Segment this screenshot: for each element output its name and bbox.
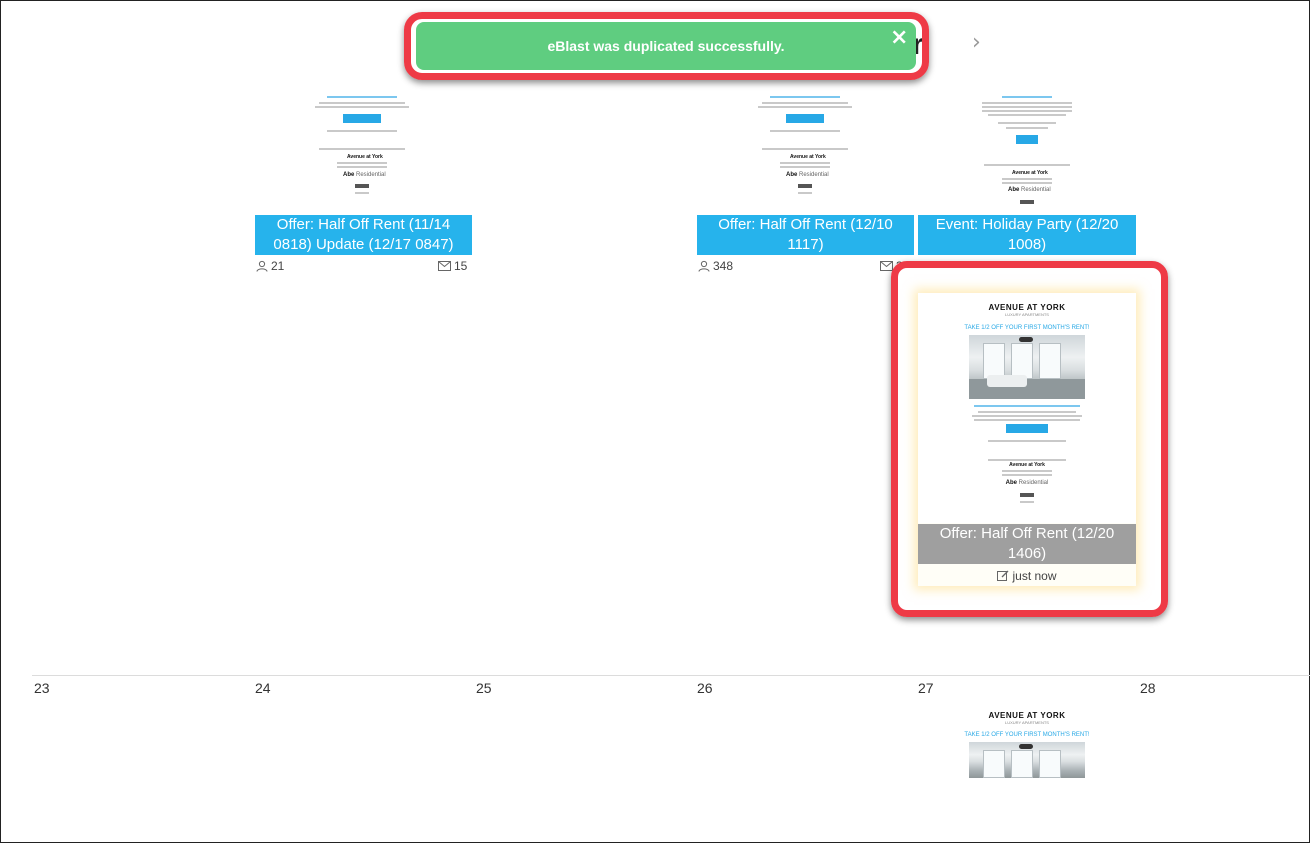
day-number: 23 xyxy=(34,680,50,696)
eblast-thumbnail[interactable]: Avenue at York Abe Residential xyxy=(748,92,863,204)
headline: TAKE 1/2 OFF YOUR FIRST MONTH'S RENT! xyxy=(964,732,1090,738)
week-divider xyxy=(32,675,1310,676)
eblast-label[interactable]: Offer: Half Off Rent (11/14 0818) Update… xyxy=(255,215,472,255)
property-name: Avenue at York xyxy=(1012,170,1048,176)
company-logo-text: Abe Residential xyxy=(1005,480,1049,486)
company-logo-text: Abe Residential xyxy=(786,172,829,178)
eblast-label[interactable]: Event: Holiday Party (12/20 1008) xyxy=(918,215,1136,255)
draft-time: just now xyxy=(1012,569,1057,583)
close-icon[interactable]: × xyxy=(890,27,908,49)
envelope-icon xyxy=(880,260,893,271)
envelope-icon xyxy=(438,260,451,271)
company-logo-text: Abe Residential xyxy=(343,172,386,178)
duplicated-eblast-card[interactable]: AVENUE AT YORK LUXURY APARTMENTS TAKE 1/… xyxy=(918,293,1136,586)
property-name: Avenue at York xyxy=(347,154,383,160)
draft-status: just now xyxy=(918,569,1136,583)
eblast-thumbnail[interactable]: Avenue at York Abe Residential xyxy=(970,92,1085,210)
sends-count: 15 xyxy=(454,259,468,273)
day-number: 25 xyxy=(476,680,492,696)
brand-subtitle: LUXURY APARTMENTS xyxy=(1005,720,1049,725)
headline: TAKE 1/2 OFF YOUR FIRST MONTH'S RENT! xyxy=(964,325,1090,331)
sends-stat: 15 xyxy=(438,259,467,273)
apartment-photo xyxy=(969,335,1085,399)
eblast-label[interactable]: Offer: Half Off Rent (12/20 1406) xyxy=(918,524,1136,564)
day-number: 27 xyxy=(918,680,934,696)
recipients-count: 348 xyxy=(713,259,734,273)
day-number: 28 xyxy=(1140,680,1156,696)
company-logo-text: Abe Residential xyxy=(1008,187,1051,193)
day-number: 24 xyxy=(255,680,271,696)
recipients-count: 21 xyxy=(271,259,285,273)
person-icon xyxy=(256,260,268,272)
brand-title: AVENUE AT YORK xyxy=(988,711,1066,720)
eblast-thumbnail: AVENUE AT YORK LUXURY APARTMENTS TAKE 1/… xyxy=(918,293,1136,523)
recipients-stat: 348 xyxy=(698,259,733,273)
day-number: 26 xyxy=(697,680,713,696)
recipients-stat: 21 xyxy=(256,259,284,273)
edit-icon xyxy=(997,570,1009,581)
apartment-photo xyxy=(969,742,1085,778)
toast-message: eBlast was duplicated successfully. xyxy=(547,38,785,54)
brand-subtitle: LUXURY APARTMENTS xyxy=(1005,312,1049,317)
property-name: Avenue at York xyxy=(1009,462,1045,468)
eblast-label[interactable]: Offer: Half Off Rent (12/10 1117) xyxy=(697,215,914,255)
brand-title: AVENUE AT YORK xyxy=(988,303,1066,312)
next-month-chevron-icon[interactable]: › xyxy=(972,30,981,55)
eblast-thumbnail[interactable]: Avenue at York Abe Residential xyxy=(305,92,420,204)
person-icon xyxy=(698,260,710,272)
property-name: Avenue at York xyxy=(790,154,826,160)
success-toast: eBlast was duplicated successfully. × xyxy=(416,22,916,70)
eblast-thumbnail[interactable]: AVENUE AT YORK LUXURY APARTMENTS TAKE 1/… xyxy=(918,700,1136,778)
schedule-tour-button xyxy=(1006,424,1048,433)
